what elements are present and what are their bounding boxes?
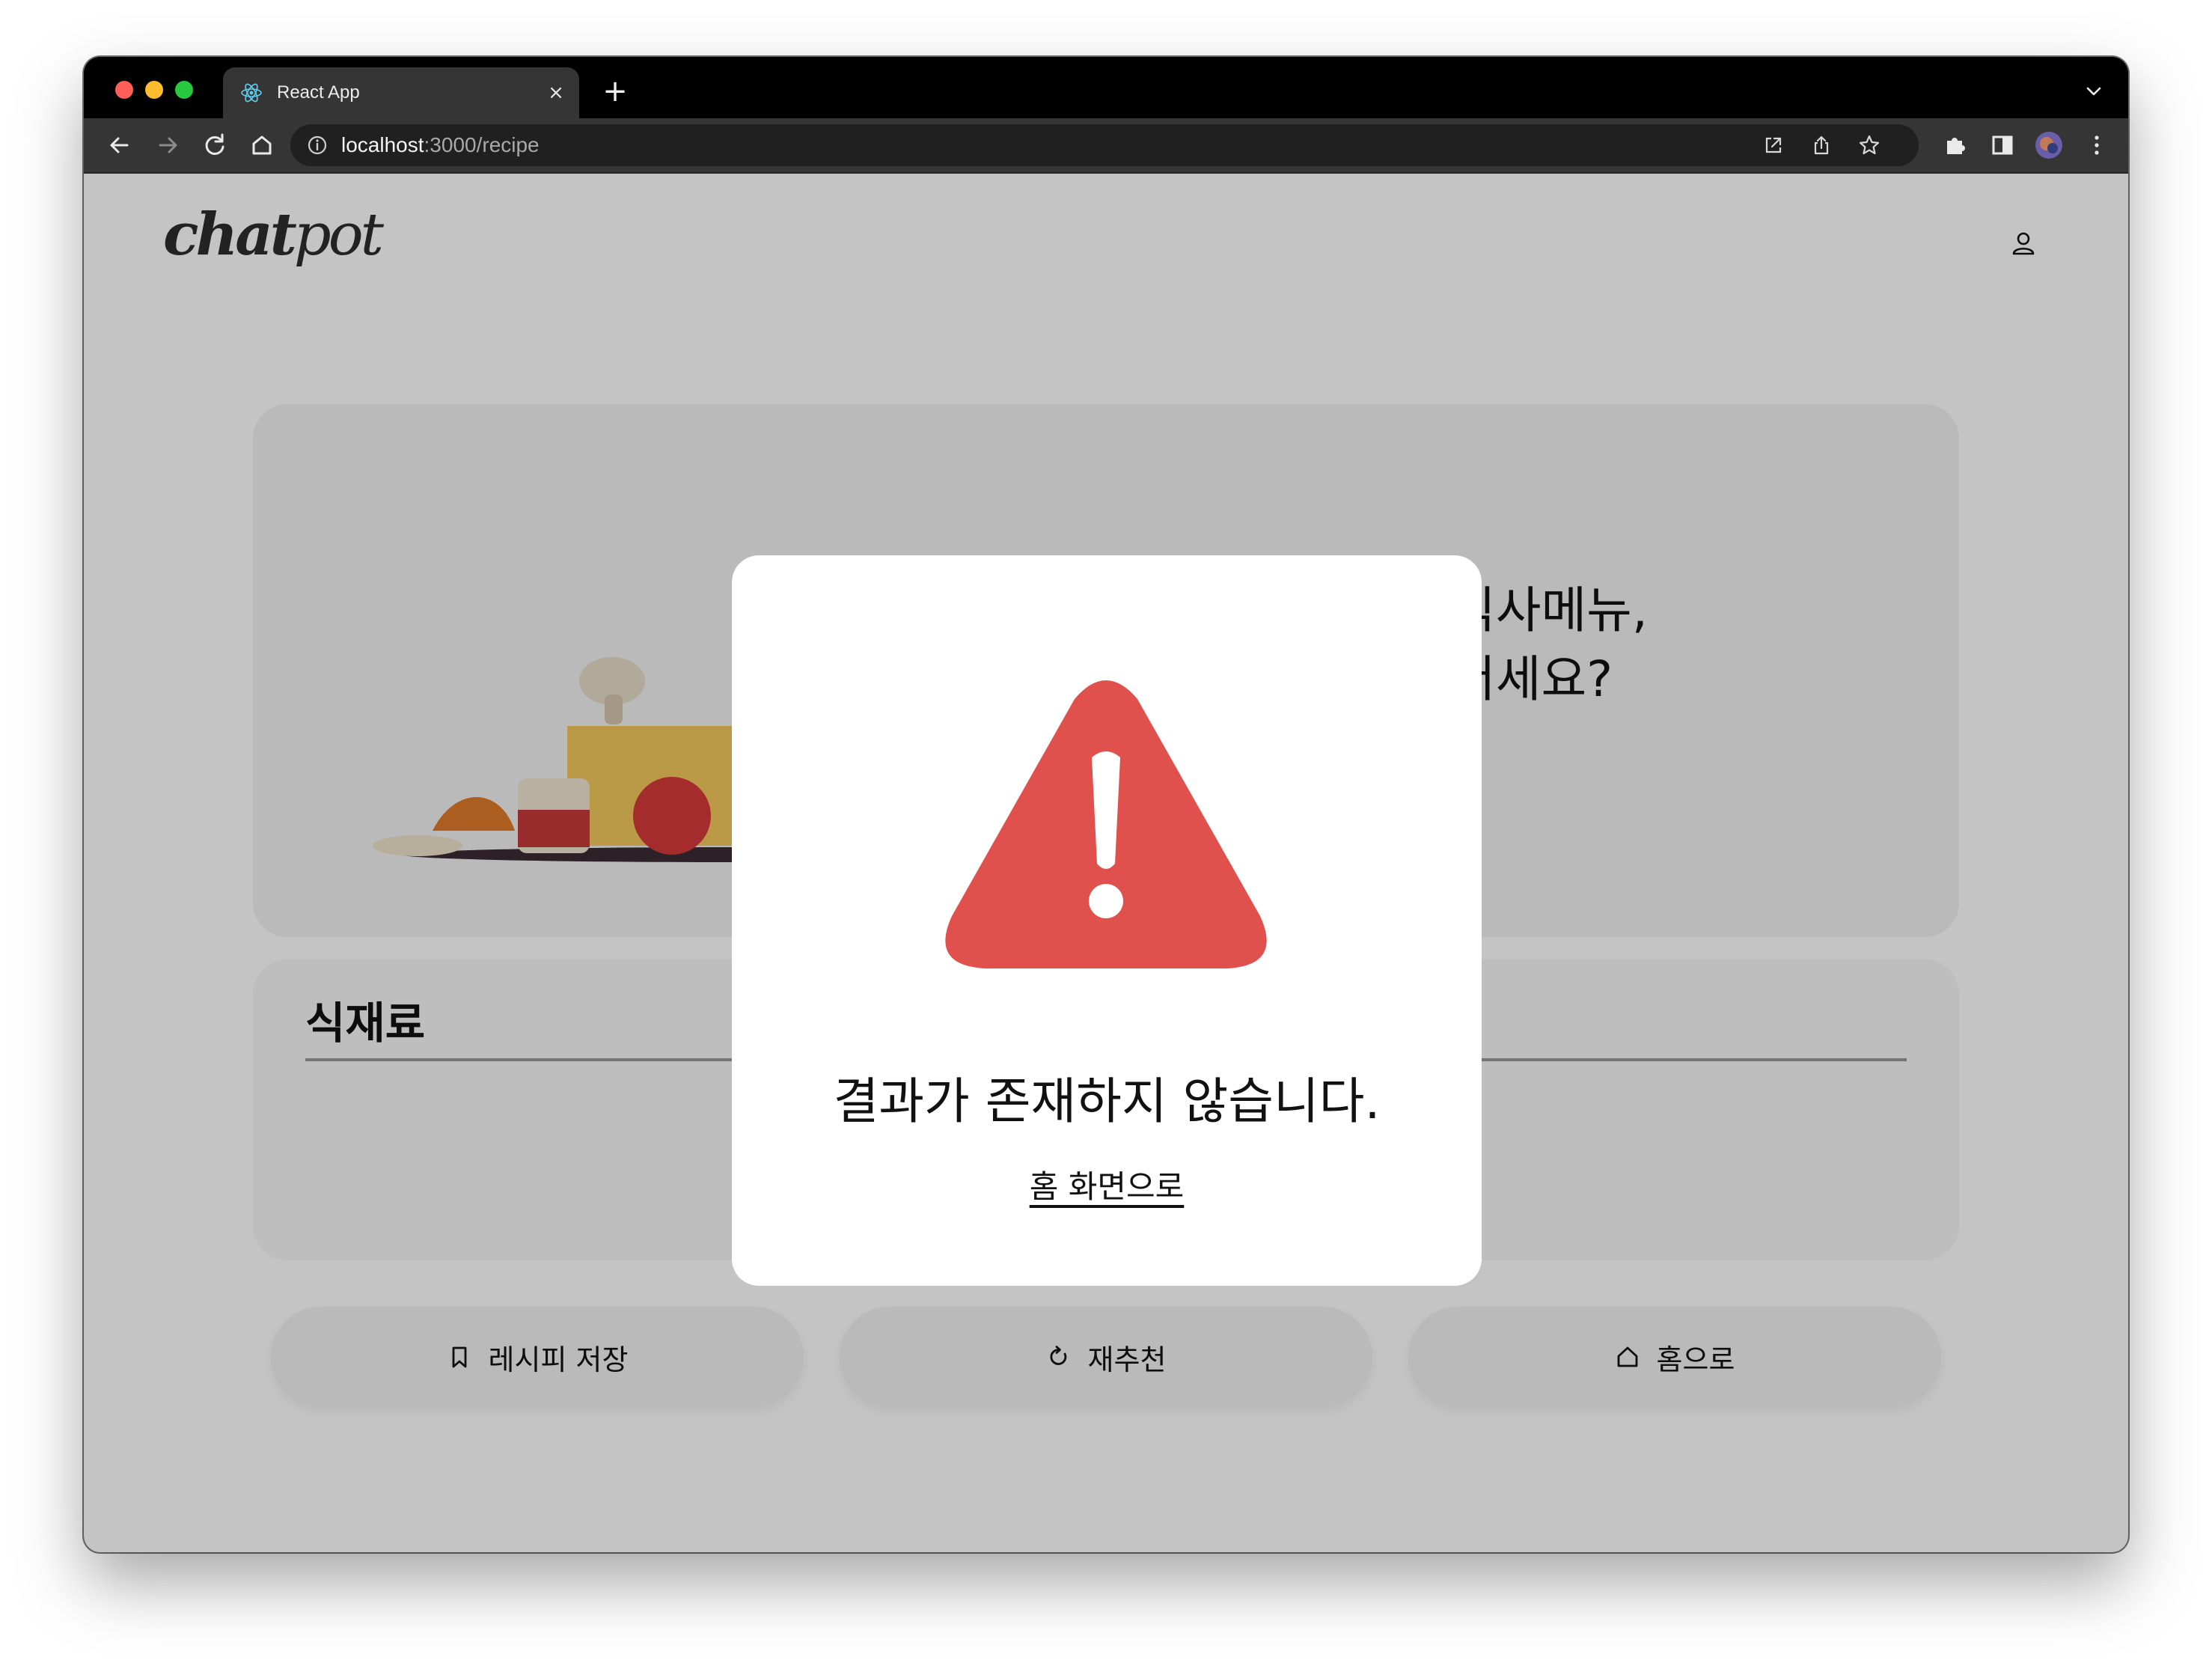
browser-tab[interactable]: React App ×	[223, 67, 579, 118]
warning-icon	[945, 680, 1267, 968]
side-panel-icon[interactable]	[1988, 130, 2017, 160]
new-tab-button[interactable]: +	[599, 76, 632, 109]
tab-strip: React App × +	[84, 57, 2128, 118]
info-icon[interactable]	[305, 133, 329, 157]
home-screen-link[interactable]: 홈 화면으로	[732, 1162, 1482, 1207]
error-modal: 결과가 존재하지 않습니다. 홈 화면으로	[732, 555, 1482, 1286]
extensions-icon[interactable]	[1940, 130, 1970, 160]
browser-window: React App × + localhost:3000/recipe chat…	[84, 57, 2128, 1552]
reload-icon[interactable]	[200, 130, 230, 160]
close-tab-icon[interactable]: ×	[543, 80, 569, 106]
tab-title: React App	[277, 82, 360, 103]
close-window-button[interactable]	[115, 81, 133, 99]
forward-arrow-icon[interactable]	[153, 130, 183, 160]
page-content: chatpot 식사메뉴, 더세요? 식재료 레시피 저장 재추천 홈으로 결과…	[84, 174, 2128, 1552]
star-icon[interactable]	[1857, 133, 1881, 157]
browser-toolbar: localhost:3000/recipe	[84, 118, 2128, 174]
url-text: localhost:3000/recipe	[341, 133, 540, 156]
open-external-icon[interactable]	[1762, 133, 1785, 157]
error-message: 결과가 존재하지 않습니다.	[833, 1072, 1381, 1130]
address-bar[interactable]: localhost:3000/recipe	[290, 124, 1919, 166]
react-icon	[241, 83, 262, 103]
home-icon[interactable]	[247, 130, 277, 160]
chevron-down-icon[interactable]	[2082, 79, 2106, 103]
maximize-window-button[interactable]	[175, 81, 193, 99]
more-menu-icon[interactable]	[2082, 130, 2112, 160]
back-arrow-icon[interactable]	[105, 130, 135, 160]
profile-avatar[interactable]	[2034, 130, 2064, 160]
share-icon[interactable]	[1809, 133, 1833, 157]
minimize-window-button[interactable]	[145, 81, 163, 99]
